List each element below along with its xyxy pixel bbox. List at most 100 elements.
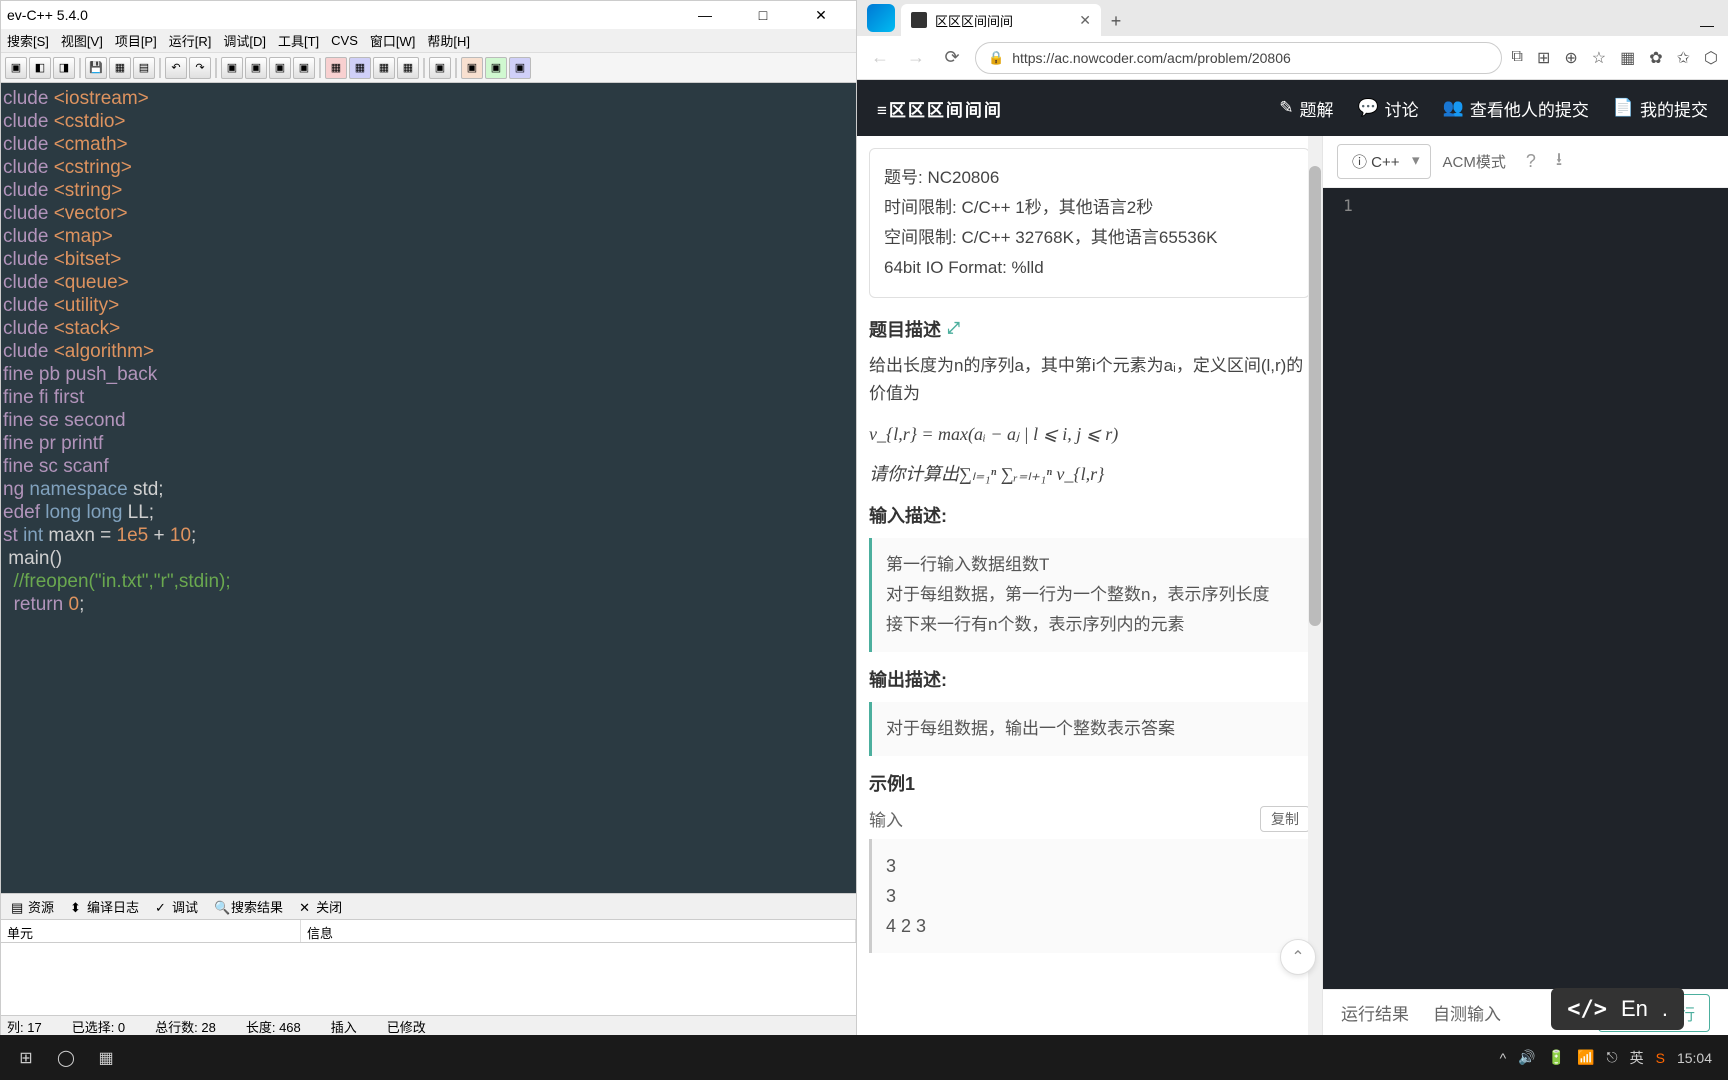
tool-icon[interactable]: ◧: [29, 57, 51, 79]
close-button[interactable]: ✕: [800, 4, 842, 26]
tool-icon[interactable]: ▣: [429, 57, 451, 79]
reader-icon[interactable]: ⧉: [1512, 48, 1523, 68]
status-total: 总行数: 28: [155, 1017, 216, 1036]
back-icon[interactable]: ←: [867, 45, 893, 71]
expand-icon[interactable]: ⤢: [947, 320, 960, 338]
task-icon[interactable]: ◯: [46, 1040, 86, 1076]
bottom-tab[interactable]: ✓调试: [149, 895, 204, 918]
tool-icon[interactable]: ▣: [221, 57, 243, 79]
debug-icon[interactable]: ▣: [461, 57, 483, 79]
view-icon[interactable]: ⊞: [1537, 48, 1550, 68]
tool-icon[interactable]: ▣: [485, 57, 507, 79]
nav-mine[interactable]: 📄 我的提交: [1613, 96, 1708, 121]
forward-icon[interactable]: →: [903, 45, 929, 71]
grid-body[interactable]: [1, 943, 856, 1015]
url-input[interactable]: 🔒 https://ac.nowcoder.com/acm/problem/20…: [975, 42, 1502, 74]
ime-lang: En: [1621, 996, 1648, 1022]
download-icon[interactable]: ⭳: [1556, 147, 1562, 177]
tool-icon[interactable]: ▣: [245, 57, 267, 79]
menu-item[interactable]: 运行[R]: [169, 31, 212, 50]
menu-item[interactable]: 搜索[S]: [7, 31, 49, 50]
section-example: 示例1: [869, 770, 1310, 796]
input-label: 输入: [869, 811, 903, 830]
app-icon[interactable]: ⬡: [1704, 48, 1718, 68]
sample-input: 334 2 3: [869, 839, 1310, 953]
statusbar: 列: 17 已选择: 0 总行数: 28 长度: 468 插入 已修改: [1, 1015, 856, 1037]
tab-result[interactable]: 运行结果: [1341, 1000, 1409, 1025]
online-editor[interactable]: 1: [1323, 188, 1728, 989]
menu-item[interactable]: 项目[P]: [115, 31, 157, 50]
bottom-tab[interactable]: ▤资源: [5, 895, 60, 918]
clock[interactable]: 15:04: [1677, 1050, 1712, 1066]
new-tab-button[interactable]: +: [1101, 6, 1131, 36]
tool-icon[interactable]: ▣: [5, 57, 27, 79]
run-icon[interactable]: ▦: [349, 57, 371, 79]
menu-item[interactable]: 视图[V]: [61, 31, 103, 50]
language-select[interactable]: ⓘ C++: [1337, 144, 1431, 179]
problem-column[interactable]: 题号: NC20806 时间限制: C/C++ 1秒，其他语言2秒 空间限制: …: [857, 136, 1322, 1035]
titlebar[interactable]: ev-C++ 5.4.0 — □ ✕: [1, 1, 856, 29]
nav-solution[interactable]: ✎ 题解: [1279, 96, 1333, 121]
ime-lang-tray[interactable]: 英: [1630, 1048, 1644, 1068]
tool-icon[interactable]: ◨: [53, 57, 75, 79]
copy-button[interactable]: 复制: [1260, 806, 1310, 832]
tray-icon[interactable]: ^: [1500, 1050, 1507, 1066]
nav-discuss[interactable]: 💬 讨论: [1357, 96, 1418, 121]
tool-icon[interactable]: ▦: [373, 57, 395, 79]
output-description: 对于每组数据，输出一个整数表示答案: [869, 702, 1310, 756]
redo-icon[interactable]: ↷: [189, 57, 211, 79]
tab-selftest[interactable]: 自测输入: [1433, 1000, 1501, 1025]
col-info[interactable]: 信息: [301, 920, 856, 942]
bottom-tabs: ▤资源⬍编译日志✓调试🔍搜索结果✕关闭: [1, 893, 856, 919]
wifi-icon[interactable]: 📶: [1577, 1049, 1594, 1066]
browser-tab[interactable]: 区区区间间间 ✕: [901, 4, 1101, 36]
page-content: ≡区区区间间间 ✎ 题解 💬 讨论 👥 查看他人的提交 📄 我的提交 题号: N…: [857, 80, 1728, 1035]
tool-icon[interactable]: ▦: [109, 57, 131, 79]
extension-icon[interactable]: ✿: [1649, 48, 1662, 68]
scroll-top-button[interactable]: ⌃: [1280, 939, 1316, 975]
nav-brand[interactable]: ≡区区区间间间: [877, 96, 1003, 121]
start-icon[interactable]: ⊞: [6, 1040, 46, 1076]
volume-icon[interactable]: 🔊: [1518, 1049, 1535, 1066]
code-editor[interactable]: clude <iostream>clude <cstdio>clude <cma…: [1, 83, 856, 893]
tool-icon[interactable]: ▣: [293, 57, 315, 79]
nav-others[interactable]: 👥 查看他人的提交: [1443, 96, 1589, 121]
menu-item[interactable]: 调试[D]: [223, 31, 266, 50]
help-icon[interactable]: ?: [1526, 151, 1536, 172]
task-icon[interactable]: ▦: [86, 1040, 126, 1076]
save-icon[interactable]: 💾: [85, 57, 107, 79]
maximize-button[interactable]: □: [742, 4, 784, 26]
refresh-icon[interactable]: ⟳: [939, 45, 965, 71]
tool-icon[interactable]: ▤: [133, 57, 155, 79]
favorites-bar-icon[interactable]: ✩: [1677, 48, 1690, 68]
tool-icon[interactable]: ▣: [509, 57, 531, 79]
status-mod: 已修改: [387, 1017, 426, 1036]
favorite-icon[interactable]: ☆: [1592, 48, 1606, 68]
menu-item[interactable]: 帮助[H]: [427, 31, 470, 50]
bottom-tab[interactable]: ⬍编译日志: [64, 895, 145, 918]
battery-icon[interactable]: 🔋: [1548, 1049, 1565, 1066]
undo-icon[interactable]: ↶: [165, 57, 187, 79]
taskbar: ⊞ ◯ ▦ ^ 🔊 🔋 📶 ⎋ 英 S 15:04: [0, 1035, 1728, 1080]
tray-icon[interactable]: ⎋: [1607, 1049, 1618, 1066]
scrollbar[interactable]: [1308, 136, 1322, 1035]
meta-id: 题号: NC20806: [884, 163, 1295, 193]
collections-icon[interactable]: ▦: [1620, 48, 1635, 68]
bottom-tab[interactable]: ✕关闭: [293, 895, 348, 918]
col-unit[interactable]: 单元: [1, 920, 301, 942]
edge-icon[interactable]: [867, 4, 895, 32]
tool-icon[interactable]: ▣: [269, 57, 291, 79]
sogou-icon[interactable]: S: [1656, 1050, 1665, 1066]
tool-icon[interactable]: ▦: [397, 57, 419, 79]
minimize-button[interactable]: —: [684, 4, 726, 26]
menu-item[interactable]: CVS: [331, 33, 358, 48]
menu-item[interactable]: 窗口[W]: [370, 31, 416, 50]
ime-indicator[interactable]: </> En .: [1551, 988, 1684, 1030]
minimize-button[interactable]: —: [1686, 14, 1728, 36]
menu-item[interactable]: 工具[T]: [278, 31, 319, 50]
zoom-icon[interactable]: ⊕: [1564, 48, 1577, 68]
tab-close-icon[interactable]: ✕: [1079, 12, 1091, 29]
compile-icon[interactable]: ▦: [325, 57, 347, 79]
bottom-tab[interactable]: 🔍搜索结果: [208, 895, 289, 918]
scrollbar-thumb[interactable]: [1309, 166, 1321, 626]
